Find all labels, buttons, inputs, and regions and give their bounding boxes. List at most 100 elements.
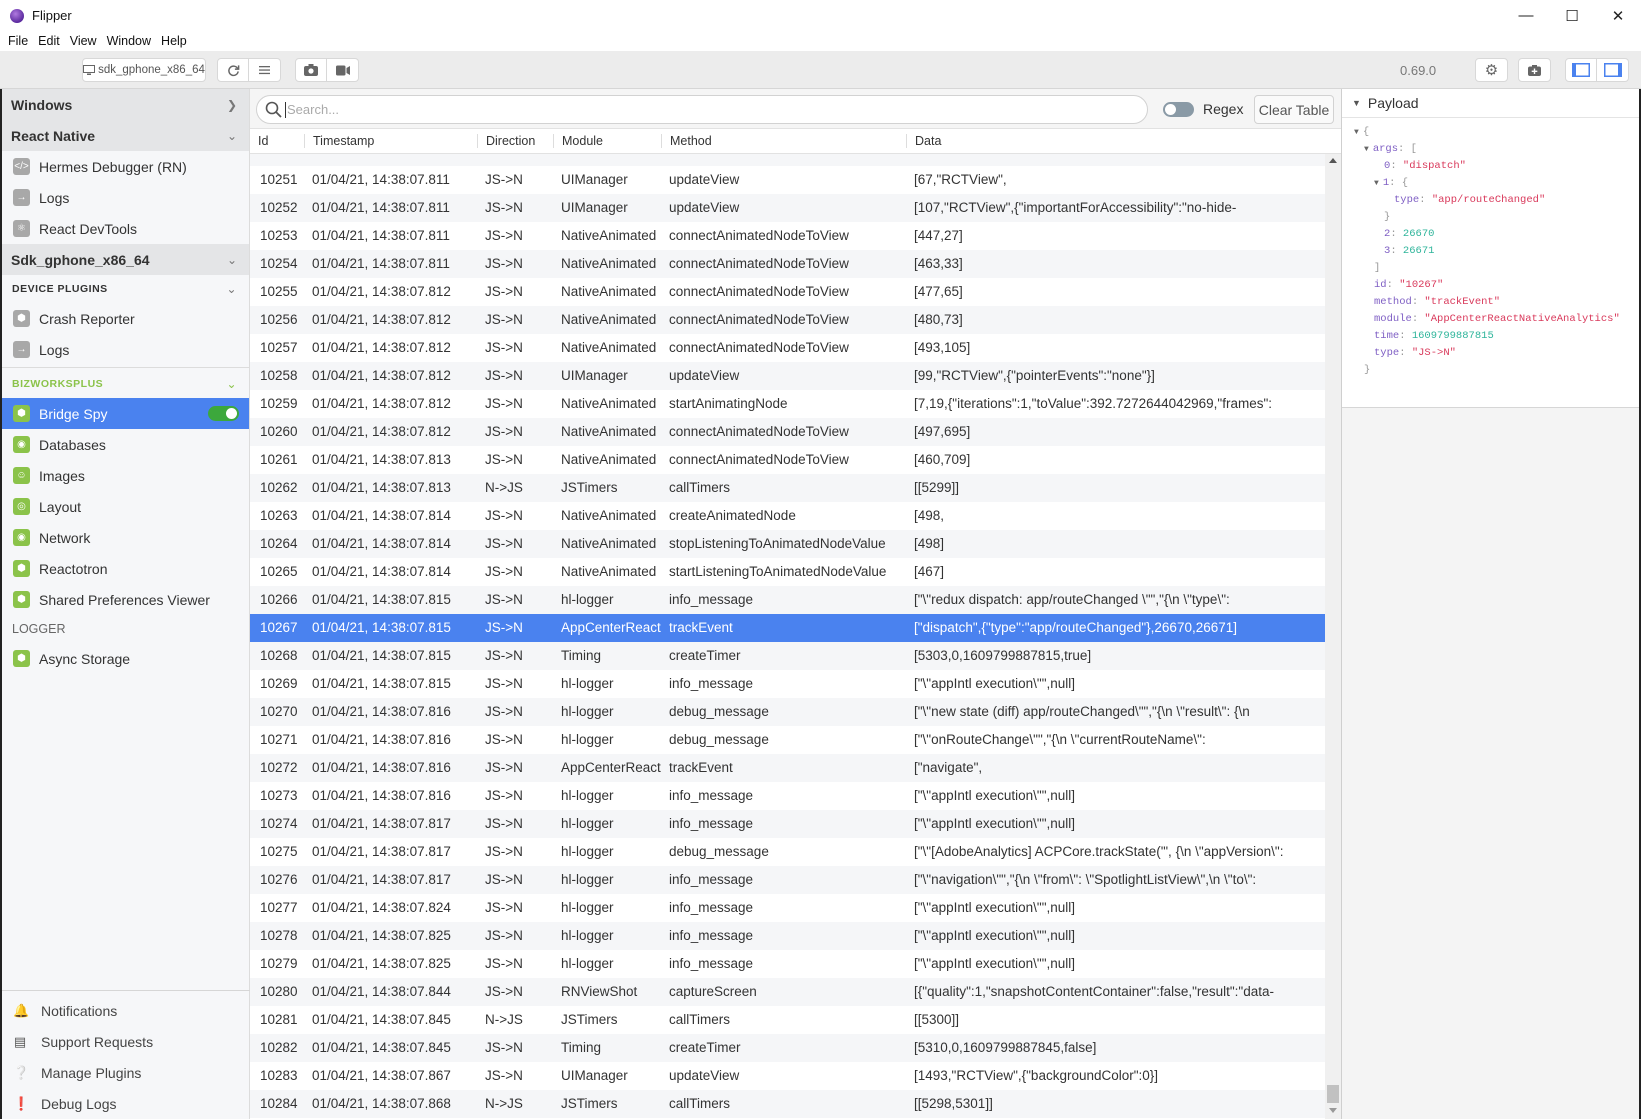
sidebar-item-network[interactable]: ◉ Network xyxy=(2,522,249,553)
json-line[interactable]: ▼ 1: { xyxy=(1342,175,1639,192)
sidebar-section-windows[interactable]: Windows ❯ xyxy=(2,89,249,120)
search-field[interactable] xyxy=(256,95,1148,124)
sidebar-item-databases[interactable]: ◉ Databases xyxy=(2,429,249,460)
scrollbar-thumb[interactable] xyxy=(1327,1085,1339,1103)
search-input[interactable] xyxy=(285,101,1147,118)
category-bizworksplus[interactable]: BIZWORKSPLUS ⌄ xyxy=(2,370,249,398)
table-row[interactable]: 10264 01/04/21, 14:38:07.814 JS->N NativeAn… xyxy=(250,530,1325,558)
sidebar-item-rn-logs[interactable]: → Logs xyxy=(2,182,249,213)
table-row[interactable]: 10268 01/04/21, 14:38:07.815 JS->N Timing cr… xyxy=(250,642,1325,670)
table-row[interactable]: 10271 01/04/21, 14:38:07.816 JS->N hl-logge… xyxy=(250,726,1325,754)
table-scrollbar[interactable] xyxy=(1325,154,1341,1119)
table-row[interactable]: 10256 01/04/21, 14:38:07.812 JS->N NativeAn… xyxy=(250,306,1325,334)
table-row[interactable]: 10257 01/04/21, 14:38:07.812 JS->N NativeAn… xyxy=(250,334,1325,362)
table-row[interactable]: 10255 01/04/21, 14:38:07.812 JS->N NativeAn… xyxy=(250,278,1325,306)
column-header-timestamp[interactable]: Timestamp xyxy=(304,134,374,148)
table-row[interactable]: 10266 01/04/21, 14:38:07.815 JS->N hl-logge… xyxy=(250,586,1325,614)
table-row[interactable]: 10252 01/04/21, 14:38:07.811 JS->N UIManage… xyxy=(250,194,1325,222)
nav-notifications[interactable]: 🔔 Notifications xyxy=(2,995,250,1026)
table-row[interactable]: 10276 01/04/21, 14:38:07.817 JS->N hl-logge… xyxy=(250,866,1325,894)
table-row[interactable]: 10274 01/04/21, 14:38:07.817 JS->N hl-logge… xyxy=(250,810,1325,838)
scroll-up-icon[interactable] xyxy=(1329,158,1337,163)
json-line[interactable]: ▼ args: [ xyxy=(1342,141,1639,158)
sidebar-item-crash-reporter[interactable]: ⬢ Crash Reporter xyxy=(2,303,249,334)
sidebar-item-react-devtools[interactable]: ⚛ React DevTools xyxy=(2,213,249,244)
cell-timestamp: 01/04/21, 14:38:07.815 xyxy=(312,676,451,691)
clear-table-button[interactable]: Clear Table xyxy=(1254,95,1334,124)
rescue-button[interactable] xyxy=(1518,58,1551,82)
sidebar-item-device-logs[interactable]: → Logs xyxy=(2,334,249,365)
table-row[interactable]: 10261 01/04/21, 14:38:07.813 JS->N NativeAn… xyxy=(250,446,1325,474)
table-row[interactable]: 10262 01/04/21, 14:38:07.813 N->JS JSTimers… xyxy=(250,474,1325,502)
table-row[interactable]: 10273 01/04/21, 14:38:07.816 JS->N hl-logge… xyxy=(250,782,1325,810)
column-header-module[interactable]: Module xyxy=(553,134,603,148)
json-line[interactable]: ▼{ xyxy=(1342,124,1639,141)
menu-file[interactable]: File xyxy=(8,34,28,48)
table-row[interactable]: 10269 01/04/21, 14:38:07.815 JS->N hl-logge… xyxy=(250,670,1325,698)
sidebar-item-reactotron[interactable]: ⬢ Reactotron xyxy=(2,553,249,584)
device-selector-button[interactable]: sdk_gphone_x86_64 xyxy=(82,58,206,82)
cell-method: connectAnimatedNodeToView xyxy=(669,256,849,271)
table-row[interactable]: 10253 01/04/21, 14:38:07.811 JS->N NativeAn… xyxy=(250,222,1325,250)
nav-support-requests[interactable]: ▤ Support Requests xyxy=(2,1026,250,1057)
table-row[interactable]: 10265 01/04/21, 14:38:07.814 JS->N NativeAn… xyxy=(250,558,1325,586)
menu-window[interactable]: Window xyxy=(107,34,151,48)
sidebar-item-shared-preferences[interactable]: ⬢ Shared Preferences Viewer xyxy=(2,584,249,615)
table-row[interactable]: 10263 01/04/21, 14:38:07.814 JS->N NativeAn… xyxy=(250,502,1325,530)
expand-toggle-icon[interactable]: ▼ xyxy=(1354,128,1359,137)
payload-panel-header[interactable]: ▼ Payload xyxy=(1342,89,1639,118)
cell-method: updateView xyxy=(669,172,740,187)
sidebar-item-hermes-debugger[interactable]: </> Hermes Debugger (RN) xyxy=(2,151,249,182)
table-row[interactable]: 10272 01/04/21, 14:38:07.816 JS->N AppCente… xyxy=(250,754,1325,782)
column-header-direction[interactable]: Direction xyxy=(477,134,535,148)
table-row[interactable]: 10259 01/04/21, 14:38:07.812 JS->N NativeAn… xyxy=(250,390,1325,418)
toggle-right-sidebar-button[interactable] xyxy=(1597,58,1629,82)
table-row[interactable]: 10251 01/04/21, 14:38:07.811 JS->N UIManage… xyxy=(250,166,1325,194)
table-row[interactable]: 10258 01/04/21, 14:38:07.812 JS->N UIManage… xyxy=(250,362,1325,390)
minimize-icon[interactable]: — xyxy=(1503,0,1549,31)
settings-button[interactable]: ⚙ xyxy=(1475,58,1508,82)
nav-manage-plugins[interactable]: ❔ Manage Plugins xyxy=(2,1057,250,1088)
table-row[interactable]: 10281 01/04/21, 14:38:07.845 N->JS JSTimers… xyxy=(250,1006,1325,1034)
plugin-enabled-toggle[interactable] xyxy=(208,406,239,421)
nav-debug-logs[interactable]: ❗ Debug Logs xyxy=(2,1088,250,1119)
record-button[interactable] xyxy=(327,58,359,82)
sidebar-section-device[interactable]: Sdk_gphone_x86_64 ⌄ xyxy=(2,244,249,275)
sidebar-item-bridge-spy[interactable]: ⬢ Bridge Spy xyxy=(2,398,249,429)
table-row[interactable]: 10282 01/04/21, 14:38:07.845 JS->N Timing cr… xyxy=(250,1034,1325,1062)
table-row[interactable]: 10278 01/04/21, 14:38:07.825 JS->N hl-logge… xyxy=(250,922,1325,950)
maximize-icon[interactable]: ☐ xyxy=(1549,0,1595,31)
table-row[interactable]: 10279 01/04/21, 14:38:07.825 JS->N hl-logge… xyxy=(250,950,1325,978)
table-row[interactable]: 10277 01/04/21, 14:38:07.824 JS->N hl-logge… xyxy=(250,894,1325,922)
close-icon[interactable]: ✕ xyxy=(1595,0,1641,31)
menu-view[interactable]: View xyxy=(70,34,97,48)
sidebar-item-images[interactable]: ☺ Images xyxy=(2,460,249,491)
menu-button[interactable] xyxy=(249,58,281,82)
table-row[interactable]: 10284 01/04/21, 14:38:07.868 N->JS JSTimers… xyxy=(250,1090,1325,1118)
table-row[interactable]: 10283 01/04/21, 14:38:07.867 JS->N UIManage… xyxy=(250,1062,1325,1090)
category-logger[interactable]: LOGGER xyxy=(2,615,249,643)
table-row[interactable]: 10254 01/04/21, 14:38:07.811 JS->N NativeAn… xyxy=(250,250,1325,278)
refresh-button[interactable] xyxy=(217,58,249,82)
json-value: "AppCenterReactNativeAnalytics" xyxy=(1424,313,1620,325)
expand-toggle-icon[interactable]: ▼ xyxy=(1374,179,1379,188)
sidebar-item-layout[interactable]: ◎ Layout xyxy=(2,491,249,522)
column-header-data[interactable]: Data xyxy=(906,134,941,148)
table-row[interactable]: 10280 01/04/21, 14:38:07.844 JS->N RNViewSh… xyxy=(250,978,1325,1006)
table-row[interactable]: 10267 01/04/21, 14:38:07.815 JS->N AppCente… xyxy=(250,614,1325,642)
sidebar-item-async-storage[interactable]: ⬢ Async Storage xyxy=(2,643,249,674)
table-row[interactable]: 10260 01/04/21, 14:38:07.812 JS->N NativeAn… xyxy=(250,418,1325,446)
scroll-down-icon[interactable] xyxy=(1329,1108,1337,1113)
toggle-left-sidebar-button[interactable] xyxy=(1565,58,1597,82)
table-row[interactable]: 10270 01/04/21, 14:38:07.816 JS->N hl-logge… xyxy=(250,698,1325,726)
table-row[interactable]: 10275 01/04/21, 14:38:07.817 JS->N hl-logge… xyxy=(250,838,1325,866)
sidebar-section-react-native[interactable]: React Native ⌄ xyxy=(2,120,249,151)
category-device-plugins[interactable]: DEVICE PLUGINS ⌄ xyxy=(2,275,249,303)
regex-toggle[interactable] xyxy=(1163,102,1194,117)
menu-help[interactable]: Help xyxy=(161,34,187,48)
column-header-method[interactable]: Method xyxy=(661,134,712,148)
column-header-id[interactable]: Id xyxy=(250,134,268,148)
menu-edit[interactable]: Edit xyxy=(38,34,60,48)
expand-toggle-icon[interactable]: ▼ xyxy=(1364,145,1369,154)
screenshot-button[interactable] xyxy=(295,58,327,82)
